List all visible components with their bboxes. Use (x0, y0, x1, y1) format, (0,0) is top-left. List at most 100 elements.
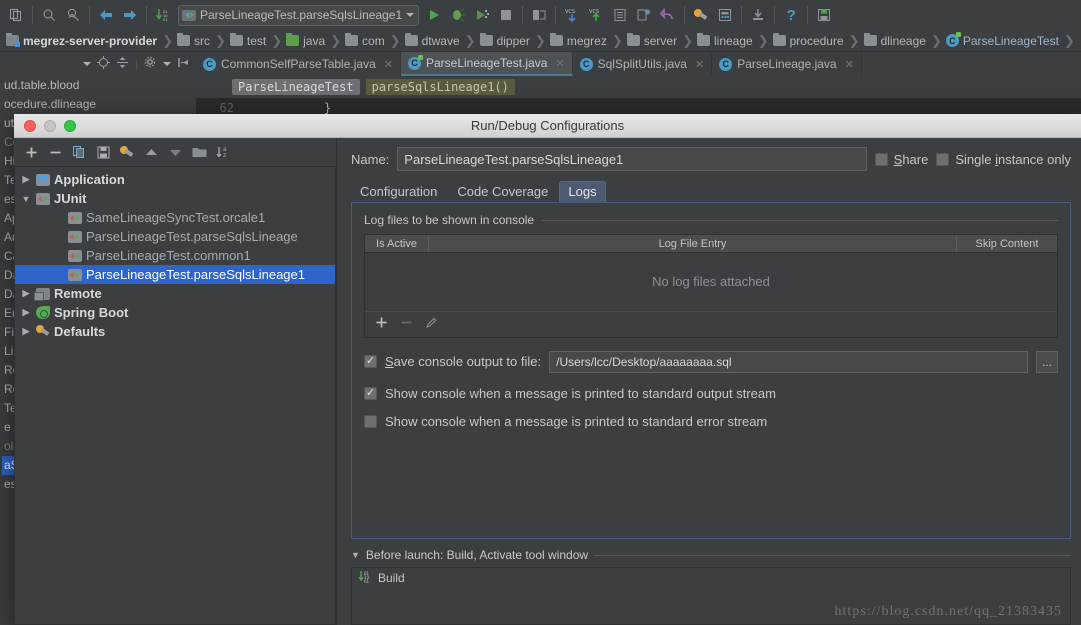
help-icon[interactable]: ? (779, 3, 803, 27)
settings-icon[interactable] (689, 3, 713, 27)
show-console-stderr-checkbox[interactable] (364, 414, 377, 428)
breadcrumb-item-dlineage[interactable]: dlineage (863, 33, 931, 48)
column-header-skip-content[interactable]: Skip Content (957, 235, 1057, 252)
undo-icon[interactable] (656, 3, 680, 27)
close-icon[interactable]: ✕ (695, 58, 704, 71)
tree-item[interactable]: ocedure.dlineage (2, 95, 196, 114)
breadcrumb-item-procedure[interactable]: procedure (772, 33, 849, 48)
project-structure-icon[interactable] (713, 3, 737, 27)
name-input[interactable] (397, 147, 867, 171)
sort-configurations-icon[interactable]: az (212, 141, 234, 163)
vcs-update-icon[interactable]: VCS (560, 3, 584, 27)
stop-icon[interactable] (494, 3, 518, 27)
save-console-output-checkbox[interactable] (364, 355, 377, 368)
checkbox-box[interactable] (936, 152, 950, 166)
chevron-down-icon[interactable]: ▼ (21, 194, 31, 204)
before-launch-list[interactable]: 01 10 01 Build https://blog.csdn.net/qq_21… (351, 567, 1071, 625)
tree-group-junit[interactable]: ▼ JUnit (15, 189, 335, 208)
debug-icon[interactable] (446, 3, 470, 27)
breadcrumb-item-megrez[interactable]: megrez (549, 33, 612, 48)
copy-icon[interactable] (4, 3, 28, 27)
diff-icon[interactable] (632, 3, 656, 27)
remove-icon[interactable] (44, 141, 66, 163)
run-icon[interactable] (422, 3, 446, 27)
run-configuration-selector[interactable]: ParseLineageTest.parseSqlsLineage1 (178, 4, 420, 26)
forward-arrow-icon[interactable] (118, 3, 142, 27)
save-all-icon[interactable] (812, 3, 836, 27)
tab-code-coverage[interactable]: Code Coverage (448, 181, 557, 202)
column-header-log-file-entry[interactable]: Log File Entry (429, 235, 957, 252)
console-output-path-input[interactable] (549, 350, 1028, 373)
hide-panel-icon[interactable] (177, 56, 190, 72)
single-instance-checkbox[interactable]: Single instance only (936, 152, 1071, 167)
vcs-commit-icon[interactable]: VCS (584, 3, 608, 27)
stop-dump-icon[interactable] (527, 3, 551, 27)
close-icon[interactable]: ✕ (384, 58, 393, 71)
breadcrumb-item-test[interactable]: test (229, 33, 271, 48)
share-checkbox[interactable]: Share (874, 152, 928, 167)
breadcrumb-item-module[interactable]: megrez-server-provider (6, 33, 162, 48)
breadcrumb-item-lineage[interactable]: lineage (697, 33, 758, 48)
chevron-right-icon[interactable]: ▶ (21, 326, 31, 337)
tab-configuration[interactable]: Configuration (351, 181, 446, 202)
add-icon[interactable] (20, 141, 42, 163)
before-launch-header[interactable]: ▼ Before launch: Build, Activate tool wi… (351, 548, 1071, 562)
tree-item-parselineagetest-parsesqlslineage[interactable]: ParseLineageTest.parseSqlsLineage (15, 227, 335, 246)
editor-tab-sqlsplitutils[interactable]: C SqlSplitUtils.java ✕ (573, 52, 713, 76)
breadcrumb-item-dipper[interactable]: dipper (479, 33, 535, 48)
chevron-down-icon[interactable] (82, 62, 91, 66)
tree-group-remote[interactable]: ▶ Remote (15, 284, 335, 303)
copy-configuration-icon[interactable] (68, 141, 90, 163)
tree-group-defaults[interactable]: ▶ Defaults (15, 322, 335, 341)
breadcrumb-item-class[interactable]: C ParseLineageTest (945, 32, 1064, 48)
editor-tab-parselineage[interactable]: C ParseLineage.java ✕ (712, 52, 862, 76)
search-icon[interactable] (37, 3, 61, 27)
move-up-icon[interactable] (140, 141, 162, 163)
log-files-table[interactable]: Is Active Log File Entry Skip Content No… (364, 234, 1058, 338)
show-console-stderr-option[interactable]: Show console when a message is printed t… (364, 414, 1058, 429)
collapse-all-icon[interactable] (116, 56, 129, 72)
back-arrow-icon[interactable] (94, 3, 118, 27)
chevron-right-icon[interactable]: ▶ (21, 174, 31, 185)
close-icon[interactable]: ✕ (845, 58, 854, 71)
show-console-stdout-checkbox[interactable] (364, 386, 377, 400)
locate-icon[interactable] (96, 56, 110, 72)
tree-group-application[interactable]: ▶ Application (15, 170, 335, 189)
chevron-right-icon[interactable]: ▶ (21, 307, 31, 318)
browse-file-button[interactable]: ... (1036, 350, 1058, 373)
show-console-stdout-option[interactable]: Show console when a message is printed t… (364, 386, 1058, 401)
tab-logs[interactable]: Logs (559, 181, 606, 202)
create-folder-icon[interactable] (188, 141, 210, 163)
tree-group-spring-boot[interactable]: ▶ Spring Boot (15, 303, 335, 322)
before-launch-item-build[interactable]: 01 10 01 Build (352, 568, 1070, 588)
tree-item-samelineagesynctest-orcale1[interactable]: SameLineageSyncTest.orcale1 (15, 208, 335, 227)
editor-breadcrumb-class[interactable]: ParseLineageTest (232, 79, 360, 95)
tree-item-parselineagetest-parsesqlslineage1[interactable]: ParseLineageTest.parseSqlsLineage1 (15, 265, 335, 284)
save-configuration-icon[interactable] (92, 141, 114, 163)
editor-tab-parselineagetest[interactable]: C ParseLineageTest.java ✕ (400, 52, 573, 76)
breadcrumb-item-dtwave[interactable]: dtwave (404, 33, 465, 48)
history-icon[interactable] (608, 3, 632, 27)
breadcrumb-item-src[interactable]: src (176, 33, 215, 48)
checkbox-box[interactable] (874, 152, 888, 166)
add-icon[interactable] (375, 316, 388, 332)
chevron-down-icon[interactable] (406, 13, 415, 17)
search-structurally-icon[interactable] (61, 3, 85, 27)
column-header-is-active[interactable]: Is Active (365, 235, 429, 252)
editor-breadcrumb-method[interactable]: parseSqlsLineage1() (365, 79, 515, 95)
breadcrumb-item-server[interactable]: server (626, 33, 682, 48)
chevron-down-icon[interactable] (163, 62, 171, 66)
chevron-right-icon[interactable]: ▶ (21, 288, 31, 299)
chevron-down-icon[interactable]: ▼ (351, 550, 360, 560)
run-with-coverage-icon[interactable] (470, 3, 494, 27)
tree-item-parselineagetest-common1[interactable]: ParseLineageTest.common1 (15, 246, 335, 265)
tree-item[interactable]: ud.table.blood (2, 76, 196, 95)
configurations-tree[interactable]: ▶ Application ▼ JUnit SameLineageSyncTes… (14, 166, 336, 625)
gear-icon[interactable] (144, 56, 157, 72)
edit-defaults-icon[interactable] (116, 141, 138, 163)
breadcrumb-item-java[interactable]: java (286, 33, 330, 48)
editor-tab-commonselfparsetable[interactable]: C CommonSelfParseTable.java ✕ (196, 52, 401, 76)
download-icon[interactable] (746, 3, 770, 27)
compile-icon[interactable]: 01 10 01 (151, 3, 175, 27)
close-icon[interactable]: ✕ (555, 57, 564, 70)
